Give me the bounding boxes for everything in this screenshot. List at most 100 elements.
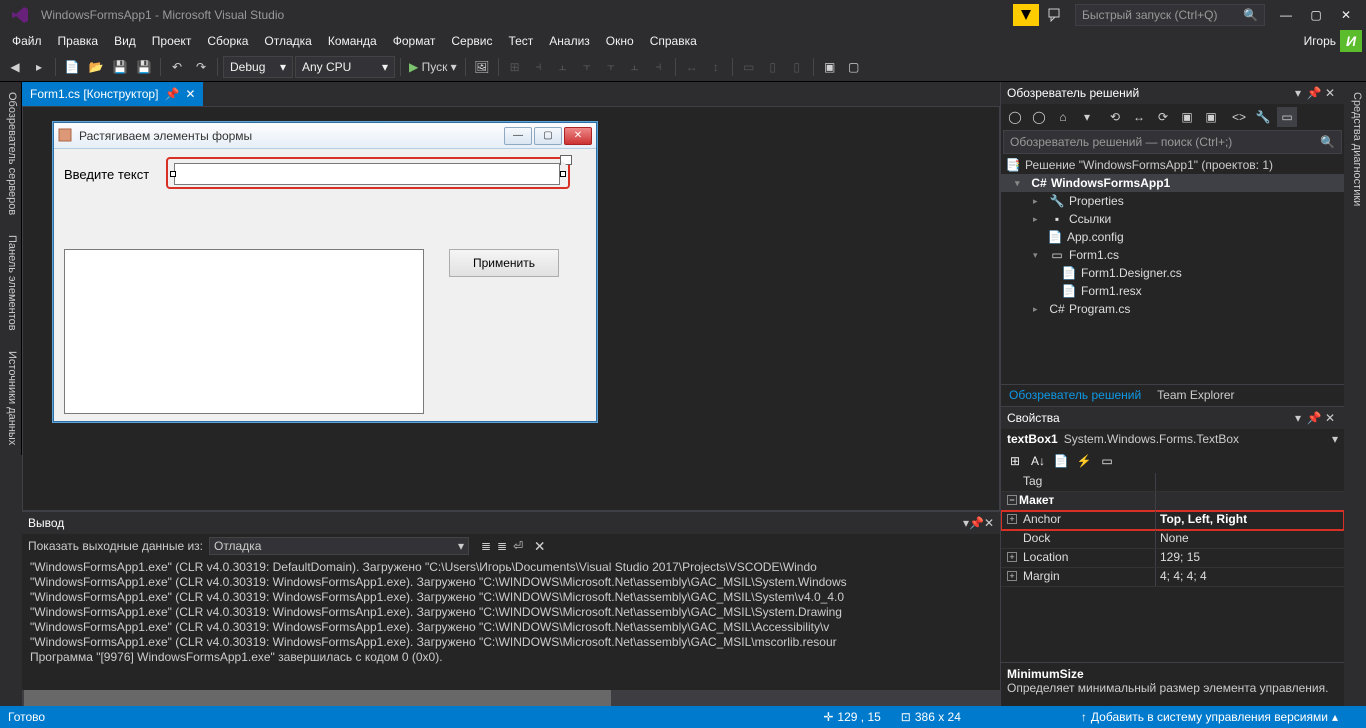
nav-fwd-icon[interactable]: ▸	[28, 56, 50, 78]
close-icon[interactable]: ✕	[1322, 411, 1338, 425]
alphabetical-icon[interactable]: A↓	[1028, 451, 1048, 471]
pin-icon[interactable]: 📌	[164, 87, 179, 101]
expander-icon[interactable]: ▸	[1033, 196, 1045, 207]
multiline-textbox[interactable]	[64, 249, 424, 414]
config-combo[interactable]: Debug▾	[223, 56, 293, 78]
close-icon[interactable]: ✕	[984, 516, 994, 530]
properties-object-selector[interactable]: textBox1System.Windows.Forms.TextBox▾	[1001, 429, 1344, 449]
tree-row-appconfig[interactable]: 📄App.config	[1001, 228, 1344, 246]
prop-category-layout[interactable]: −Макет	[1001, 492, 1344, 511]
tree-row-solution[interactable]: 📑Решение "WindowsFormsApp1" (проектов: 1…	[1001, 156, 1344, 174]
menu-file[interactable]: Файл	[4, 32, 50, 50]
tree-row-form1-resx[interactable]: 📄Form1.resx	[1001, 282, 1344, 300]
show-all-icon[interactable]: ▣	[1201, 107, 1221, 127]
maximize-button[interactable]: ▢	[1301, 5, 1331, 25]
tab-solution-explorer[interactable]: Обозреватель решений	[1001, 385, 1149, 406]
tree-row-properties[interactable]: ▸🔧Properties	[1001, 192, 1344, 210]
tree-row-form1-designer[interactable]: 📄Form1.Designer.cs	[1001, 264, 1344, 282]
tree-row-program[interactable]: ▸C#Program.cs	[1001, 300, 1344, 318]
output-clear-all-icon[interactable]: 🗙	[535, 536, 544, 557]
start-button[interactable]: ▶ Пуск ▾	[406, 56, 460, 78]
nav-back-icon[interactable]: ◀	[4, 56, 26, 78]
menu-build[interactable]: Сборка	[199, 32, 256, 50]
output-clear-icon[interactable]: ≣	[481, 539, 491, 553]
sync-icon[interactable]: ⟲	[1105, 107, 1125, 127]
prop-row-tag[interactable]: Tag	[1001, 473, 1344, 492]
output-scrollbar[interactable]	[22, 690, 1000, 706]
output-toggle-icon[interactable]: ≣	[497, 539, 507, 553]
document-tab-form1[interactable]: Form1.cs [Конструктор] 📌 ✕	[22, 82, 203, 106]
expand-icon[interactable]: +	[1007, 571, 1017, 581]
save-icon[interactable]: 💾	[109, 56, 131, 78]
nav-back-icon[interactable]: ◯	[1005, 107, 1025, 127]
pin-icon[interactable]: 📌	[1306, 411, 1322, 425]
dropdown-icon[interactable]: ▾	[1290, 86, 1306, 100]
properties-icon[interactable]: 🔧	[1253, 107, 1273, 127]
close-button[interactable]: ✕	[1331, 5, 1361, 25]
menu-analyze[interactable]: Анализ	[541, 32, 598, 50]
menu-edit[interactable]: Правка	[50, 32, 107, 50]
textbox1[interactable]	[174, 163, 560, 185]
apply-button[interactable]: Применить	[449, 249, 559, 277]
new-project-icon[interactable]: 📄	[61, 56, 83, 78]
smart-tag-icon[interactable]: ▸	[560, 155, 572, 165]
prop-row-dock[interactable]: DockNone	[1001, 530, 1344, 549]
quick-launch-input[interactable]: Быстрый запуск (Ctrl+Q) 🔍	[1075, 4, 1265, 26]
feedback-icon[interactable]	[1043, 4, 1069, 26]
platform-combo[interactable]: Any CPU▾	[295, 56, 395, 78]
pin-icon[interactable]: 📌	[1306, 86, 1322, 100]
resize-handle-left[interactable]	[170, 171, 176, 177]
expander-icon[interactable]: ▸	[1033, 214, 1045, 225]
menu-test[interactable]: Тест	[500, 32, 541, 50]
tree-row-references[interactable]: ▸▪Ссылки	[1001, 210, 1344, 228]
pending-icon[interactable]: ↔	[1129, 107, 1149, 127]
close-tab-icon[interactable]: ✕	[185, 87, 195, 101]
output-text[interactable]: "WindowsFormsApp1.exe" (CLR v4.0.30319: …	[22, 558, 1000, 690]
menu-team[interactable]: Команда	[320, 32, 385, 50]
refresh-icon[interactable]: ⟳	[1153, 107, 1173, 127]
solution-search-input[interactable]: Обозреватель решений — поиск (Ctrl+;) 🔍	[1003, 130, 1342, 154]
pin-icon[interactable]: 📌	[969, 516, 984, 530]
browser-icon[interactable]: 🖼	[471, 56, 493, 78]
left-tab-server-explorer[interactable]: Обозреватель серверов	[0, 82, 22, 225]
collapse-icon[interactable]: −	[1007, 495, 1017, 505]
output-source-combo[interactable]: Отладка▾	[209, 537, 469, 555]
form-client-area[interactable]: Введите текст ▸ Применить	[54, 149, 596, 421]
categorized-icon[interactable]: ⊞	[1005, 451, 1025, 471]
prop-row-location[interactable]: +Location129; 15	[1001, 549, 1344, 568]
label-input[interactable]: Введите текст	[64, 167, 149, 182]
menu-format[interactable]: Формат	[385, 32, 444, 50]
view-code-icon[interactable]: <>	[1229, 107, 1249, 127]
events-icon[interactable]: ⚡	[1074, 451, 1094, 471]
resize-handle-right[interactable]	[560, 171, 566, 177]
user-avatar[interactable]: И	[1340, 30, 1362, 52]
menu-debug[interactable]: Отладка	[256, 32, 319, 50]
prop-row-anchor[interactable]: +AnchorTop, Left, Right	[1001, 511, 1344, 530]
expander-icon[interactable]: ▾	[1033, 250, 1045, 261]
expander-icon[interactable]: ▸	[1033, 304, 1045, 315]
minimize-button[interactable]: —	[1271, 5, 1301, 25]
expand-icon[interactable]: +	[1007, 514, 1017, 524]
tab-team-explorer[interactable]: Team Explorer	[1149, 385, 1242, 406]
home-icon[interactable]: ⌂	[1053, 107, 1073, 127]
output-word-wrap-icon[interactable]: ⏎	[513, 539, 523, 553]
solution-tree[interactable]: 📑Решение "WindowsFormsApp1" (проектов: 1…	[1001, 154, 1344, 384]
left-tab-datasources[interactable]: Источники данных	[0, 341, 22, 455]
menu-window[interactable]: Окно	[598, 32, 642, 50]
collapse-icon[interactable]: ▣	[1177, 107, 1197, 127]
solution-icon[interactable]: ▾	[1077, 107, 1097, 127]
menu-view[interactable]: Вид	[106, 32, 144, 50]
expander-icon[interactable]: ▾	[1015, 178, 1027, 189]
expand-icon[interactable]: +	[1007, 552, 1017, 562]
open-icon[interactable]: 📂	[85, 56, 107, 78]
menu-tools[interactable]: Сервис	[443, 32, 500, 50]
bring-front-icon[interactable]: ▣	[819, 56, 841, 78]
menu-help[interactable]: Справка	[642, 32, 705, 50]
right-tab-diagnostics[interactable]: Средства диагностики	[1344, 82, 1366, 216]
user-name[interactable]: Игорь	[1304, 34, 1336, 48]
redo-icon[interactable]: ↷	[190, 56, 212, 78]
tree-row-form1[interactable]: ▾▭Form1.cs	[1001, 246, 1344, 264]
menu-project[interactable]: Проект	[144, 32, 200, 50]
left-tab-toolbox[interactable]: Панель элементов	[0, 225, 22, 341]
save-all-icon[interactable]: 💾	[133, 56, 155, 78]
